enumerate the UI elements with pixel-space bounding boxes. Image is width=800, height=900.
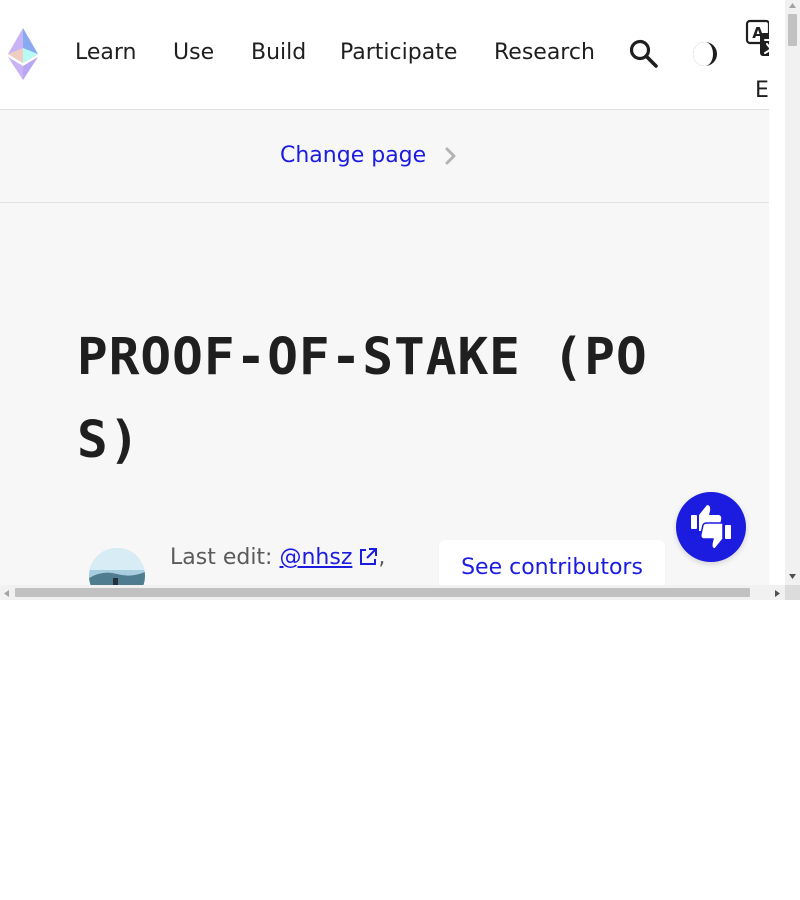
- scrollbar-corner: [785, 585, 800, 600]
- search-icon: [629, 39, 658, 68]
- dark-mode-icon: [693, 42, 717, 66]
- last-edit-label: Last edit:: [170, 545, 273, 570]
- nav-participate[interactable]: Participate: [340, 38, 457, 68]
- nav-research[interactable]: Research: [494, 38, 595, 68]
- language-code: EN: [755, 78, 769, 103]
- horizontal-scrollbar[interactable]: [0, 585, 785, 600]
- avatar: [89, 548, 145, 585]
- chevron-right-icon[interactable]: [441, 145, 461, 167]
- change-page-link[interactable]: Change page: [280, 141, 426, 171]
- horizontal-scroll-thumb[interactable]: [15, 588, 750, 597]
- last-edit-suffix: ,: [378, 545, 386, 570]
- ethereum-logo-icon[interactable]: [6, 27, 40, 81]
- feedback-button[interactable]: [676, 492, 746, 562]
- scroll-right-arrow-icon[interactable]: [774, 589, 781, 598]
- last-edit-user-link[interactable]: @nhsz: [279, 545, 352, 570]
- nav-use[interactable]: Use: [173, 38, 214, 68]
- scroll-up-arrow-icon[interactable]: [788, 2, 797, 9]
- theme-toggle-button[interactable]: [691, 40, 719, 68]
- external-link-icon: [360, 548, 378, 565]
- top-navigation: Learn Use Build Participate Research A E: [0, 0, 769, 110]
- scroll-left-arrow-icon[interactable]: [3, 589, 10, 598]
- page-title: PROOF-OF-STAKE (POS): [77, 328, 648, 470]
- last-edit-info: Last edit: @nhsz ,: [170, 543, 385, 573]
- browser-viewport: Learn Use Build Participate Research A E…: [0, 0, 800, 600]
- language-button[interactable]: A EN: [745, 18, 769, 103]
- vertical-scrollbar[interactable]: [785, 0, 800, 585]
- change-page-bar: Change page: [0, 110, 769, 203]
- nav-build[interactable]: Build: [251, 38, 306, 68]
- vertical-scroll-thumb[interactable]: [788, 14, 797, 46]
- scroll-down-arrow-icon[interactable]: [788, 573, 797, 580]
- search-button[interactable]: [628, 38, 660, 70]
- thumbs-up-down-icon: [691, 505, 731, 550]
- see-contributors-button[interactable]: See contributors: [439, 540, 665, 585]
- page-content: Learn Use Build Participate Research A E…: [0, 0, 769, 585]
- nav-learn[interactable]: Learn: [75, 38, 137, 68]
- translate-icon: A: [745, 19, 769, 56]
